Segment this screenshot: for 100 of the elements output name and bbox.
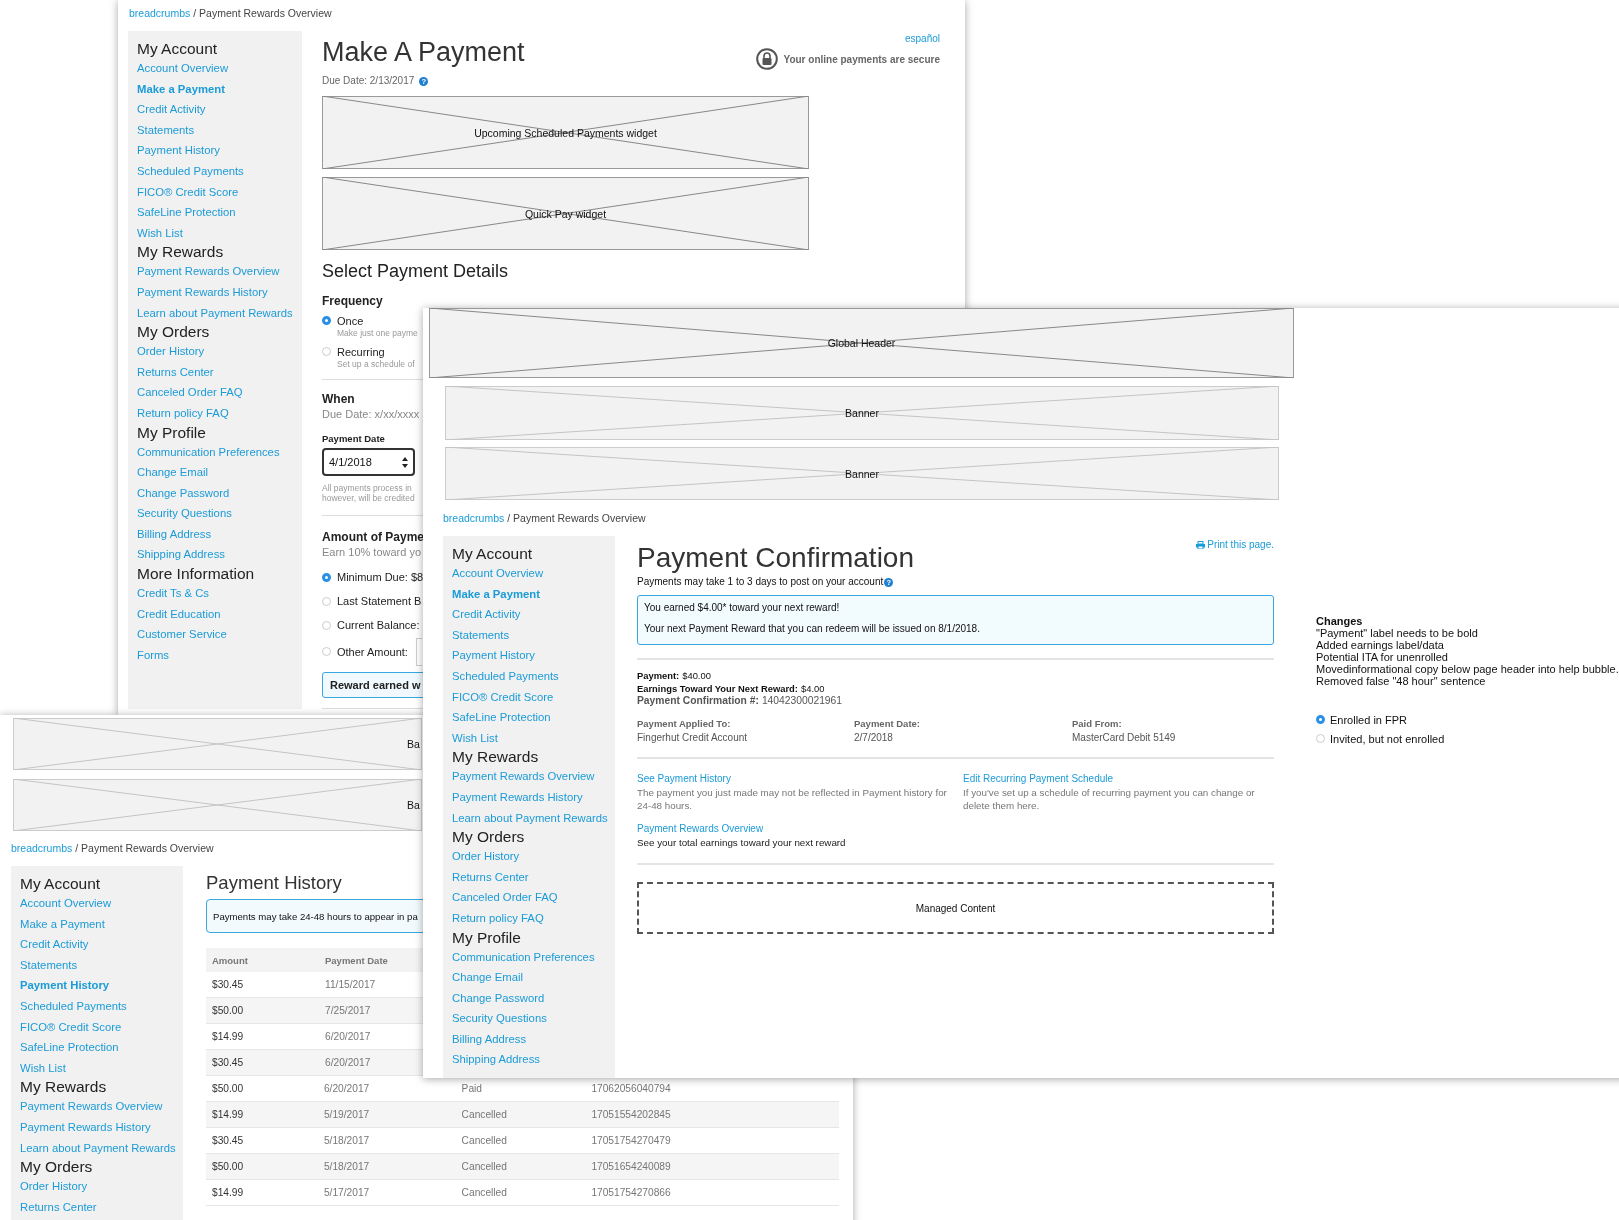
description: If you've set up a schedule of recurring payment you can change or delete them here. bbox=[963, 785, 1256, 813]
nav-link[interactable]: Return policy FAQ bbox=[452, 907, 544, 929]
nav-link[interactable]: Order History bbox=[137, 341, 205, 362]
nav-link[interactable]: Statements bbox=[20, 954, 78, 976]
nav-link[interactable]: SafeLine Protection bbox=[20, 1037, 119, 1058]
placeholder-label: Ba bbox=[407, 799, 420, 811]
nav-link[interactable]: Returns Center bbox=[20, 1196, 97, 1218]
table-cell-text: $14.99 bbox=[212, 1031, 245, 1042]
note-line: Removed false "48 hour" sentence bbox=[1316, 675, 1487, 687]
help-text: All payments process in bbox=[322, 483, 412, 493]
table-cell-text: $50.00 bbox=[212, 1005, 245, 1016]
nav-link[interactable]: Communication Preferences bbox=[137, 441, 280, 463]
language-link[interactable]: español bbox=[904, 33, 940, 44]
option-label: Current Balance: bbox=[337, 618, 420, 632]
nav-link[interactable]: Payment Rewards Overview bbox=[452, 766, 595, 787]
nav-link[interactable]: Statements bbox=[137, 119, 195, 141]
nav-link[interactable]: Change Email bbox=[452, 967, 523, 988]
nav-link[interactable]: Payment Rewards Overview bbox=[137, 261, 280, 282]
section-heading: My Orders bbox=[137, 323, 210, 342]
nav-link[interactable]: Wish List bbox=[20, 1057, 66, 1079]
nav-link[interactable]: Payment History bbox=[452, 645, 535, 666]
nav-link[interactable]: Make a Payment bbox=[137, 78, 225, 100]
nav-link[interactable]: Billing Address bbox=[137, 523, 212, 545]
nav-link[interactable]: Payment Rewards Overview bbox=[20, 1096, 163, 1117]
placeholder-label: Quick Pay widget bbox=[524, 207, 607, 220]
section-heading: My Account bbox=[20, 875, 101, 893]
date-select[interactable]: 4/1/2018 bbox=[322, 448, 415, 476]
nav-link[interactable]: Statements bbox=[452, 624, 510, 646]
nav-link[interactable]: Learn about Payment Rewards bbox=[452, 807, 608, 829]
placeholder-label: Ba bbox=[407, 738, 420, 750]
nav-link[interactable]: Customer Service bbox=[137, 624, 227, 645]
notice-text: You earned $4.00* toward your next reward! bbox=[644, 601, 841, 615]
nav-link[interactable]: Communication Preferences bbox=[452, 946, 595, 968]
nav-link[interactable]: Payment Rewards History bbox=[452, 786, 583, 808]
nav-link[interactable]: Account Overview bbox=[137, 58, 229, 79]
nav-link[interactable]: Learn about Payment Rewards bbox=[20, 1137, 176, 1159]
nav-link[interactable]: Shipping Address bbox=[452, 1049, 540, 1071]
nav-link[interactable]: Change Password bbox=[452, 987, 545, 1009]
nav-link[interactable]: Credit Activity bbox=[452, 604, 521, 625]
note-line: Added earnings label/data bbox=[1316, 639, 1445, 651]
breadcrumb-link[interactable]: breadcrumbs bbox=[443, 511, 505, 525]
help-text: however, will be credited bbox=[322, 493, 415, 503]
nav-link[interactable]: Wish List bbox=[452, 727, 498, 749]
nav-link[interactable]: Learn about Payment Rewards bbox=[137, 302, 293, 324]
nav-link[interactable]: Order History bbox=[452, 846, 520, 867]
table-cell-text: Cancelled bbox=[461, 1109, 508, 1120]
field-label: Payment Confirmation #: bbox=[637, 695, 759, 708]
nav-link[interactable]: Returns Center bbox=[452, 866, 529, 888]
table-cell-text: 17051554202845 bbox=[591, 1109, 672, 1120]
nav-link[interactable]: Payment Rewards History bbox=[20, 1116, 151, 1138]
section-heading: My Account bbox=[452, 545, 533, 563]
nav-link[interactable]: Order History bbox=[20, 1176, 88, 1197]
nav-link[interactable]: Scheduled Payments bbox=[137, 160, 244, 182]
nav-link[interactable]: FICO® Credit Score bbox=[20, 1016, 122, 1038]
nav-link[interactable]: Account Overview bbox=[452, 563, 544, 584]
note-line: Movedinformational copy below page header into help bubble. bbox=[1316, 663, 1619, 675]
section-heading: My Rewards bbox=[137, 243, 224, 262]
nav-link[interactable]: Billing Address bbox=[452, 1028, 527, 1050]
nav-link[interactable]: Payment Rewards History bbox=[137, 281, 268, 303]
nav-link[interactable]: SafeLine Protection bbox=[452, 707, 551, 728]
notes-title: Changes bbox=[1316, 615, 1364, 627]
nav-link[interactable]: Forms bbox=[137, 644, 169, 666]
nav-link[interactable]: Make a Payment bbox=[20, 913, 105, 935]
section-heading: My Profile bbox=[452, 928, 521, 947]
placeholder-label: Upcoming Scheduled Payments widget bbox=[474, 126, 657, 139]
nav-link[interactable]: Change Email bbox=[137, 462, 208, 483]
nav-link[interactable]: Payment History bbox=[20, 975, 110, 996]
nav-link[interactable]: Scheduled Payments bbox=[20, 995, 127, 1017]
nav-link[interactable]: Credit Activity bbox=[137, 99, 206, 120]
section-heading: My Orders bbox=[20, 1158, 93, 1177]
nav-link[interactable]: FICO® Credit Score bbox=[137, 181, 239, 203]
nav-link[interactable]: Security Questions bbox=[137, 503, 232, 524]
nav-link[interactable]: SafeLine Protection bbox=[137, 202, 236, 223]
nav-link[interactable]: Returns Center bbox=[137, 361, 214, 383]
print-link[interactable]: Print this page. bbox=[1196, 539, 1274, 550]
nav-link[interactable]: Wish List bbox=[137, 222, 183, 244]
link[interactable]: Edit Recurring Payment Schedule bbox=[963, 771, 1114, 786]
description: See your total earnings toward your next reward bbox=[637, 835, 846, 849]
nav-link[interactable]: Payment History bbox=[137, 140, 220, 161]
section-heading: My Account bbox=[137, 40, 218, 58]
nav-link[interactable]: Change Password bbox=[137, 482, 230, 504]
nav-link[interactable]: Canceled Order FAQ bbox=[452, 887, 558, 908]
table-cell-text: 17051754270479 bbox=[591, 1135, 672, 1146]
secure-note: Your online payments are secure bbox=[783, 53, 940, 65]
breadcrumb-text: / Payment Rewards Overview bbox=[507, 511, 646, 525]
nav-link[interactable]: Credit Activity bbox=[20, 934, 89, 955]
nav-link[interactable]: Credit Education bbox=[137, 603, 221, 625]
nav-link[interactable]: Credit Ts & Cs bbox=[137, 583, 209, 604]
nav-link[interactable]: Security Questions bbox=[452, 1008, 547, 1029]
link[interactable]: Payment Rewards Overview bbox=[637, 821, 764, 836]
nav-link[interactable]: Canceled Order FAQ bbox=[137, 382, 243, 403]
nav-link[interactable]: Return policy FAQ bbox=[137, 402, 229, 424]
breadcrumb-link[interactable]: breadcrumbs bbox=[11, 841, 73, 855]
nav-link[interactable]: Account Overview bbox=[20, 893, 112, 914]
nav-link[interactable]: Make a Payment bbox=[452, 583, 540, 605]
link[interactable]: See Payment History bbox=[637, 771, 731, 786]
option-hint: Set up a schedule of bbox=[337, 359, 415, 370]
nav-link[interactable]: Shipping Address bbox=[137, 544, 225, 566]
breadcrumb-link[interactable]: breadcrumbs bbox=[129, 6, 191, 20]
table-cell-text: $30.45 bbox=[212, 1135, 245, 1146]
